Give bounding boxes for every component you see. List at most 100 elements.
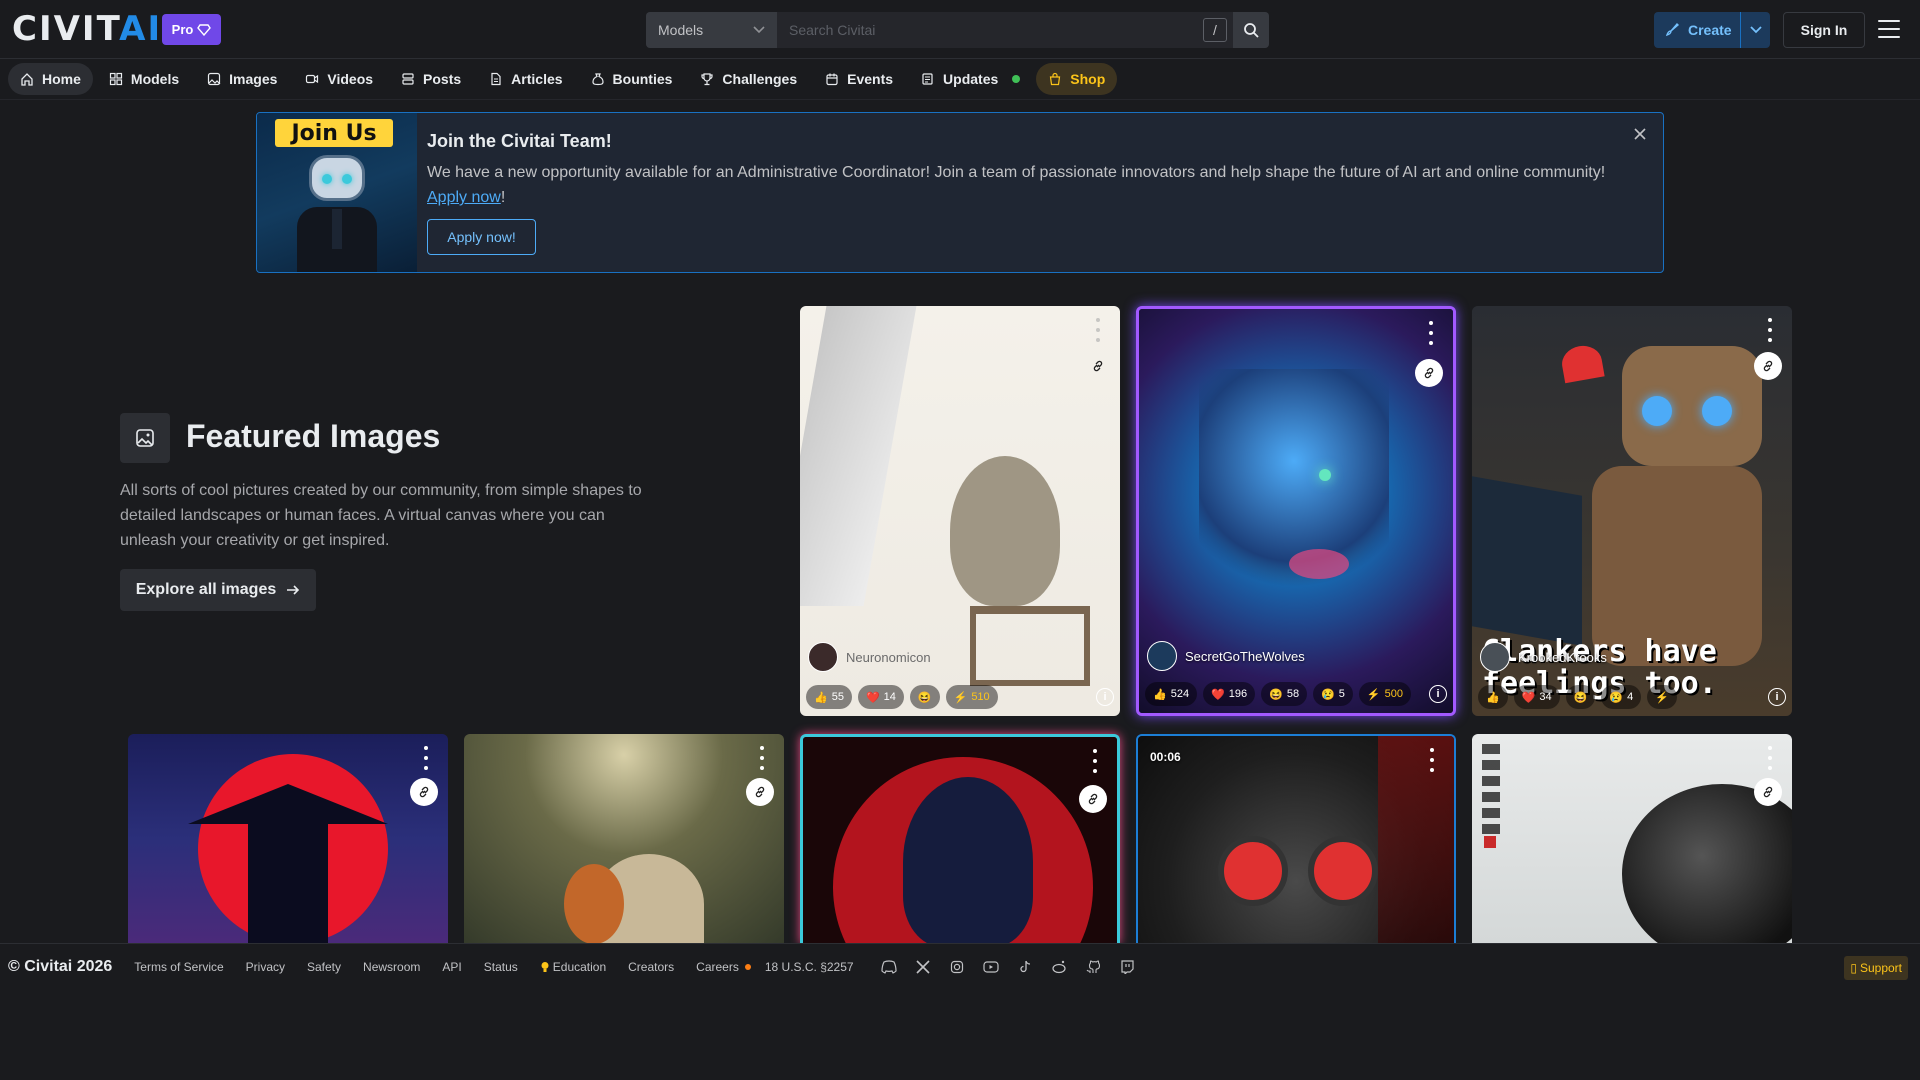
video-card[interactable]: 00:06 — [1136, 734, 1456, 944]
footer-link-careers[interactable]: Careers — [696, 960, 751, 974]
image-card[interactable]: Clankers have feelings too. KrookedKrook… — [1472, 306, 1792, 716]
footer-link-safety[interactable]: Safety — [307, 960, 341, 974]
banner-text: We have a new opportunity available for … — [427, 160, 1637, 210]
card-menu-icon[interactable] — [1424, 748, 1440, 772]
home-icon — [21, 73, 33, 86]
footer-link-privacy[interactable]: Privacy — [246, 960, 285, 974]
link-icon[interactable] — [1079, 785, 1107, 813]
image-card[interactable]: Neuronomicon 👍 55 ❤️ 14 😆 ⚡ 510 i — [800, 306, 1120, 716]
reaction-sad[interactable]: 😢 5 — [1313, 682, 1353, 706]
reaction-heart[interactable]: ❤️ 14 — [857, 685, 904, 709]
card-menu-icon[interactable] — [1762, 746, 1778, 770]
card-user[interactable]: SecretGoTheWolves — [1147, 641, 1305, 671]
image-card[interactable] — [800, 734, 1120, 944]
image-card[interactable] — [128, 734, 448, 944]
image-card[interactable] — [1472, 734, 1792, 944]
nav-events[interactable]: Events — [813, 63, 905, 95]
close-banner-button[interactable] — [1629, 123, 1651, 145]
nav-home[interactable]: Home — [8, 63, 93, 95]
nav-challenges[interactable]: Challenges — [688, 63, 809, 95]
reaction-like[interactable]: 👍 — [1478, 685, 1508, 709]
image-card[interactable]: SecretGoTheWolves 👍 524 ❤️ 196 😆 58 😢 5 … — [1136, 306, 1456, 716]
create-label: Create — [1688, 22, 1732, 38]
reaction-like[interactable]: 👍 55 — [806, 685, 852, 709]
footer-link-status[interactable]: Status — [484, 960, 518, 974]
buzz-tip[interactable]: ⚡ 500 — [1358, 682, 1411, 706]
trophy-icon — [701, 73, 714, 86]
card-menu-icon[interactable] — [1423, 321, 1439, 345]
apply-now-button[interactable]: Apply now! — [427, 219, 536, 255]
discord-icon[interactable] — [880, 958, 898, 976]
nav-videos[interactable]: Videos — [293, 63, 385, 95]
x-twitter-icon[interactable] — [914, 958, 932, 976]
chevron-down-icon — [1749, 26, 1762, 34]
info-icon[interactable]: i — [1768, 688, 1786, 706]
nav-models[interactable]: Models — [97, 63, 191, 95]
info-icon[interactable]: i — [1096, 688, 1114, 706]
link-icon[interactable] — [410, 778, 438, 806]
youtube-icon[interactable] — [982, 958, 1000, 976]
card-user[interactable]: Neuronomicon — [808, 642, 931, 672]
nav-posts[interactable]: Posts — [389, 63, 473, 95]
link-icon[interactable] — [746, 778, 774, 806]
reddit-icon[interactable] — [1050, 958, 1068, 976]
card-menu-icon[interactable] — [418, 746, 434, 770]
footer-link-education[interactable]: Education — [540, 960, 606, 974]
nav-bounties[interactable]: Bounties — [579, 63, 685, 95]
card-menu-icon[interactable] — [1762, 318, 1778, 342]
nav-shop[interactable]: Shop — [1036, 63, 1118, 95]
nav-articles[interactable]: Articles — [477, 63, 574, 95]
footer-link-creators[interactable]: Creators — [628, 960, 674, 974]
card-image — [464, 734, 784, 944]
nav-updates[interactable]: Updates — [909, 63, 1032, 95]
arrow-right-icon — [287, 585, 300, 595]
reaction-like[interactable]: 👍 524 — [1145, 682, 1198, 706]
reaction-heart[interactable]: ❤️ 34 — [1513, 685, 1560, 709]
sign-in-button[interactable]: Sign In — [1783, 12, 1865, 48]
bulb-icon — [541, 962, 549, 972]
top-header: CIVITAI Pro Models / Create Sign In — [0, 0, 1920, 59]
reaction-sad[interactable]: 😢 4 — [1601, 685, 1642, 709]
search-button[interactable] — [1233, 12, 1269, 48]
avatar — [1147, 641, 1177, 671]
apply-now-link[interactable]: Apply now — [427, 189, 501, 206]
card-reactions: 👍 524 ❤️ 196 😆 58 😢 5 ⚡ 500 i — [1145, 681, 1447, 707]
support-button[interactable]: ▯ Support — [1844, 956, 1908, 980]
card-menu-icon[interactable] — [1087, 749, 1103, 773]
card-user[interactable]: KrookedKrooks — [1480, 642, 1607, 672]
twitch-icon[interactable] — [1118, 958, 1136, 976]
card-menu-icon[interactable] — [754, 746, 770, 770]
link-icon[interactable] — [1415, 359, 1443, 387]
card-image — [1472, 734, 1792, 944]
menu-burger-icon[interactable] — [1878, 20, 1900, 38]
footer-link-newsroom[interactable]: Newsroom — [363, 960, 420, 974]
create-menu-toggle[interactable] — [1740, 12, 1770, 48]
video-duration: 00:06 — [1150, 750, 1181, 764]
github-icon[interactable] — [1084, 958, 1102, 976]
card-menu-icon[interactable] — [1090, 318, 1106, 342]
footer-link-2257[interactable]: 18 U.S.C. §2257 — [765, 960, 854, 974]
search-input[interactable] — [777, 12, 1197, 48]
footer-link-terms[interactable]: Terms of Service — [134, 960, 223, 974]
link-icon[interactable] — [1084, 352, 1112, 380]
instagram-icon[interactable] — [948, 958, 966, 976]
info-icon[interactable]: i — [1429, 685, 1447, 703]
buzz-tip[interactable]: ⚡ — [1647, 685, 1677, 709]
tiktok-icon[interactable] — [1016, 958, 1034, 976]
image-card[interactable] — [464, 734, 784, 944]
explore-images-button[interactable]: Explore all images — [120, 569, 316, 611]
search-category-select[interactable]: Models — [646, 12, 777, 48]
buzz-tip[interactable]: ⚡ 510 — [945, 685, 998, 709]
join-us-image: Join Us — [257, 113, 417, 272]
pro-button[interactable]: Pro — [162, 14, 221, 45]
reaction-laugh[interactable]: 😆 58 — [1261, 682, 1308, 706]
link-icon[interactable] — [1754, 778, 1782, 806]
reaction-laugh[interactable]: 😆 — [1565, 685, 1596, 709]
nav-images[interactable]: Images — [195, 63, 289, 95]
reaction-laugh[interactable]: 😆 — [909, 685, 940, 709]
link-icon[interactable] — [1754, 352, 1782, 380]
footer-link-api[interactable]: API — [442, 960, 461, 974]
reaction-heart[interactable]: ❤️ 196 — [1203, 682, 1256, 706]
banner-text-end: ! — [500, 189, 506, 206]
civitai-logo[interactable]: CIVITAI — [12, 12, 162, 46]
